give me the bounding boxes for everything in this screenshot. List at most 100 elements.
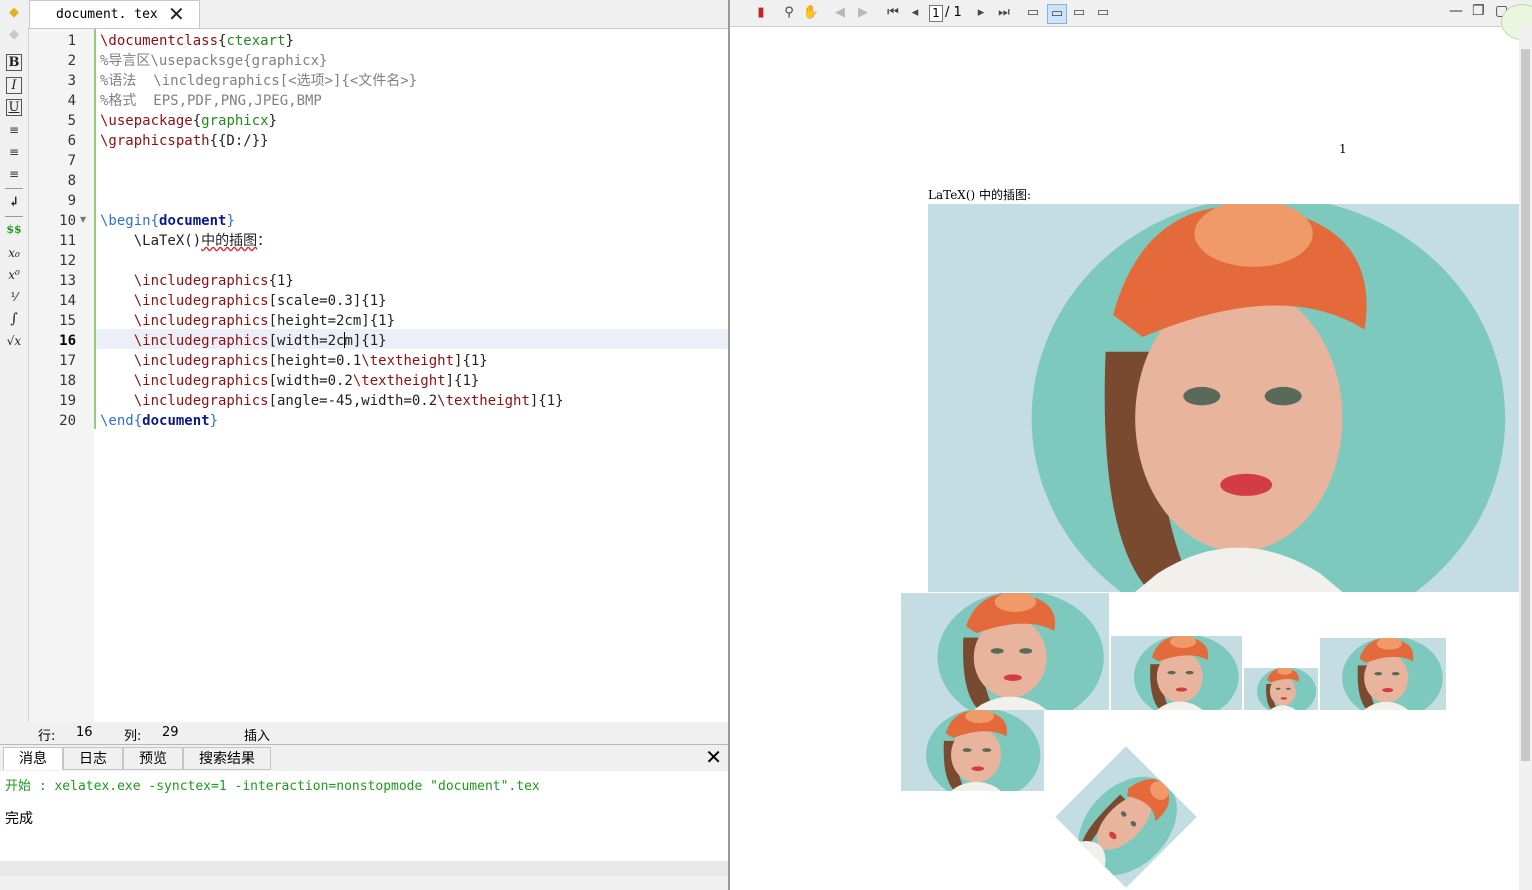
fraction-icon[interactable]: ⅟ (4, 288, 24, 306)
restore-icon[interactable]: ❐ (1472, 3, 1485, 19)
math-dollar-icon[interactable]: $$ (4, 221, 24, 239)
code-line[interactable]: \usepackage{graphicx} (100, 111, 277, 131)
code-token: \documentclass (100, 33, 219, 49)
forward-icon[interactable]: ▶ (854, 4, 872, 22)
subscript-icon[interactable]: x₀ (4, 244, 24, 262)
page-total: / 1 (945, 5, 962, 20)
line-number: 17 (59, 353, 76, 369)
pdf-icon[interactable]: ▮ (752, 4, 770, 22)
line-number: 16 (59, 333, 76, 349)
code-token: %格式 EPS,PDF,PNG,JPEG,BMP (100, 93, 322, 109)
line-number: 20 (59, 413, 76, 429)
search-icon[interactable]: ⚲ (780, 4, 798, 22)
superscript-icon[interactable]: x⁰ (4, 266, 24, 284)
compile-done-line: 完成 (5, 811, 33, 827)
code-token: \includegraphics (100, 273, 269, 289)
col-label: 列: (124, 729, 142, 744)
fold-arrow-icon[interactable]: ▼ (80, 215, 86, 224)
code-line[interactable]: \includegraphics[width=0.2\textheight]{1… (100, 371, 480, 391)
document-tab-bar: document. tex ✕ (28, 0, 728, 29)
code-token: } (268, 113, 278, 129)
code-line[interactable]: \includegraphics[scale=0.3]{1} (100, 291, 387, 311)
code-token: \includegraphics (100, 313, 269, 329)
code-line[interactable]: \LaTeX()中的插图： (100, 231, 271, 251)
code-line[interactable]: \graphicspath{{D:/}} (100, 131, 269, 151)
portrait-image (928, 204, 1520, 592)
code-token: [scale=0.3]{1} (268, 293, 387, 309)
align-center-icon[interactable]: ≡ (4, 143, 24, 161)
integral-icon[interactable]: ∫ (4, 310, 24, 328)
code-token: [height=2cm]{1} (268, 313, 396, 329)
code-line[interactable]: \includegraphics[height=2cm]{1} (100, 311, 395, 331)
code-token: [angle=-45,width=0.2 (268, 393, 438, 409)
code-token: ]{1} (445, 373, 480, 389)
figure-height-2cm (1111, 636, 1242, 710)
hand-tool-icon[interactable]: ✋ (802, 4, 820, 22)
code-line[interactable]: %语法 \incldegraphics[<选项>]{<文件名>} (100, 71, 417, 91)
portrait-image (1111, 636, 1242, 710)
code-token: } (226, 213, 235, 229)
vertical-scrollbar[interactable] (1519, 27, 1532, 890)
line-number: 5 (67, 113, 76, 129)
change-marker (94, 29, 96, 429)
code-token: ]{1} (529, 393, 564, 409)
next-page-icon[interactable]: ▸ (972, 4, 990, 22)
pdf-toolbar: ▮ ⚲ ✋ ◀ ▶ ⏮ ◂ 1 / 1 ▸ ⏭ ▭ ▭ ▭ ▭ — ❐ ▢ (730, 0, 1532, 40)
line-number-gutter: 1 2 3 4 5 6 7 8 9 10 11 12 13 14 15 16 17 18 19 20 (29, 29, 94, 722)
close-panel-icon[interactable]: ✕ (705, 745, 722, 769)
tab-search-results[interactable]: 搜索结果 (183, 747, 271, 770)
close-tab-icon[interactable]: ✕ (168, 2, 185, 26)
tab-label: document. tex (56, 7, 158, 22)
code-token: \LaTeX() (100, 233, 202, 249)
code-line[interactable]: %导言区\usepacksge{graphicx} (100, 51, 327, 71)
code-line[interactable]: \includegraphics{1} (100, 271, 294, 291)
code-token: \includegraphics (100, 293, 269, 309)
tab-preview[interactable]: 预览 (123, 747, 183, 770)
code-line[interactable]: \includegraphics[width=2cm]{1} (100, 331, 387, 351)
bold-icon[interactable]: B (6, 54, 22, 71)
code-token: {1} (268, 273, 294, 289)
last-page-icon[interactable]: ⏭ (995, 4, 1013, 22)
horizontal-scrollbar[interactable] (0, 861, 728, 876)
first-page-icon[interactable]: ⏮ (884, 4, 902, 22)
minimize-icon[interactable]: — (1449, 3, 1463, 19)
message-tabs: 消息 日志 预览 搜索结果 ✕ (0, 745, 728, 771)
line-number: 1 (67, 33, 76, 49)
portrait-image (1244, 668, 1318, 710)
line-number: 13 (59, 273, 76, 289)
back-icon[interactable]: ◆ (4, 4, 24, 22)
scrollbar-thumb[interactable] (1521, 49, 1530, 761)
code-line[interactable]: \documentclass{ctexart} (100, 31, 294, 51)
forward-icon[interactable]: ◆ (4, 26, 24, 44)
code-token: \graphicspath (100, 133, 210, 149)
tab-document-tex[interactable]: document. tex ✕ (29, 0, 200, 28)
portrait-image (1320, 638, 1446, 710)
newline-icon[interactable]: ↲ (4, 194, 24, 212)
sqrt-icon[interactable]: √x (4, 332, 24, 350)
align-right-icon[interactable]: ≡ (4, 165, 24, 183)
fit-width-icon[interactable]: ▭ (1094, 4, 1112, 22)
back-icon[interactable]: ◀ (831, 4, 849, 22)
previous-page-icon[interactable]: ◂ (906, 4, 924, 22)
code-token: %语法 \incldegraphics[<选项>]{<文件名>} (100, 73, 418, 89)
facing-pages-icon[interactable]: ▭ (1070, 4, 1088, 22)
underline-icon[interactable]: U (6, 99, 22, 116)
tab-messages[interactable]: 消息 (3, 747, 63, 770)
code-line[interactable]: \includegraphics[height=0.1\textheight]{… (100, 351, 488, 371)
line-number: 2 (67, 53, 76, 69)
code-line[interactable]: \begin{document} (100, 211, 235, 231)
page-number-input[interactable]: 1 (929, 5, 943, 22)
align-left-icon[interactable]: ≡ (4, 121, 24, 139)
code-token: \includegraphics (100, 393, 269, 409)
continuous-view-icon[interactable]: ▭ (1047, 4, 1067, 24)
italic-icon[interactable]: I (6, 77, 22, 94)
tab-log[interactable]: 日志 (63, 747, 123, 770)
code-line[interactable]: %格式 EPS,PDF,PNG,JPEG,BMP (100, 91, 322, 111)
code-line[interactable]: \includegraphics[angle=-45,width=0.2\tex… (100, 391, 564, 411)
code-token: ： (257, 233, 272, 249)
single-page-icon[interactable]: ▭ (1024, 4, 1042, 22)
code-editor[interactable]: \documentclass{ctexart} %导言区\usepacksge{g… (94, 29, 728, 722)
code-token: \end (100, 413, 134, 429)
pdf-text-line: LaTeX() 中的插图: (928, 188, 1032, 202)
code-line[interactable]: \end{document} (100, 411, 218, 431)
